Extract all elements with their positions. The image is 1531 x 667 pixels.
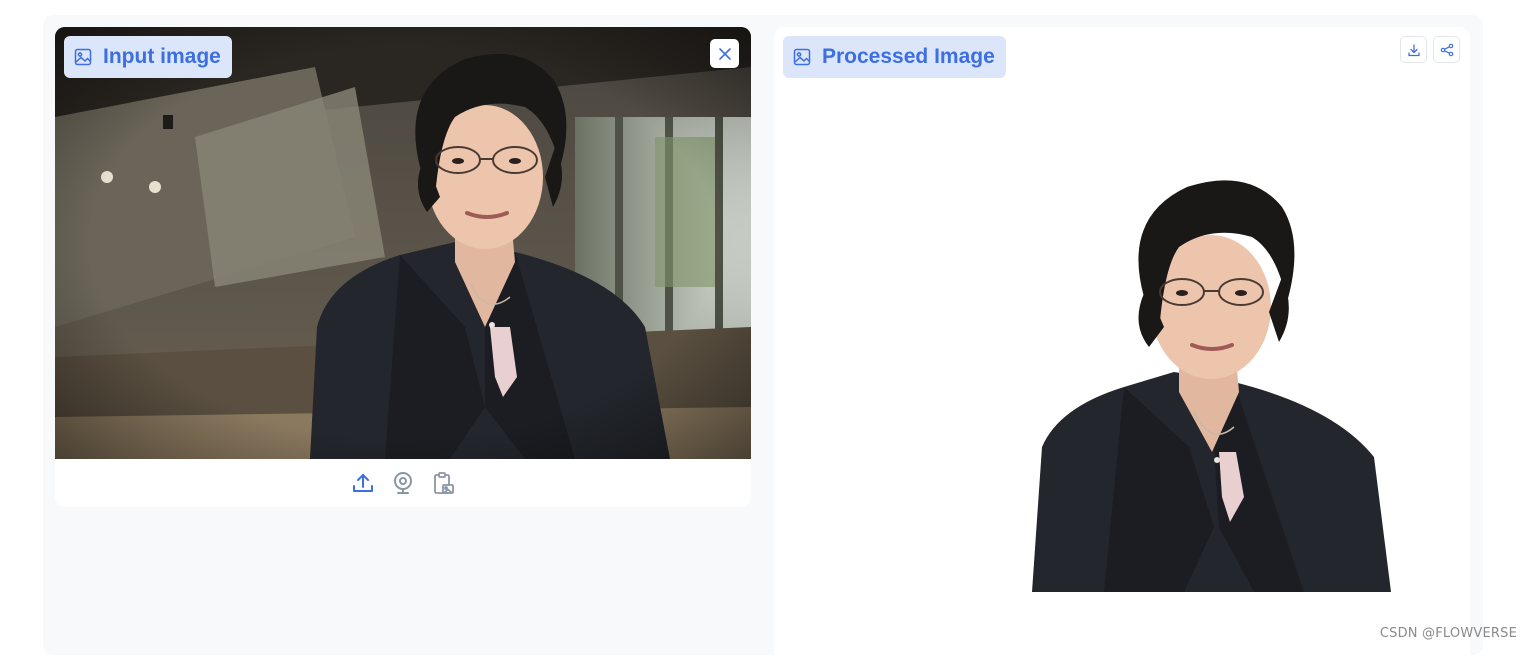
share-button[interactable] xyxy=(1433,36,1460,63)
webcam-button[interactable] xyxy=(391,471,415,495)
input-image-label-text: Input image xyxy=(103,45,221,68)
output-toolbar xyxy=(1400,36,1460,63)
clipboard-button[interactable] xyxy=(431,471,455,495)
close-icon xyxy=(718,47,732,61)
input-image-preview[interactable] xyxy=(55,27,751,459)
processed-photo xyxy=(1032,180,1391,592)
input-image-label: Input image xyxy=(64,36,232,78)
processed-image-label: Processed Image xyxy=(783,36,1006,78)
clipboard-icon xyxy=(434,472,454,494)
image-icon xyxy=(792,47,812,67)
processed-image-label-text: Processed Image xyxy=(822,45,995,68)
image-icon xyxy=(73,47,93,67)
upload-button[interactable] xyxy=(351,471,375,495)
processed-image-preview xyxy=(774,27,1470,667)
input-image-panel: Input image xyxy=(55,27,751,507)
image-source-bar xyxy=(55,459,751,507)
processed-image-panel: Processed Image xyxy=(774,27,1470,667)
upload-icon xyxy=(353,474,373,492)
download-icon xyxy=(1407,43,1420,56)
webcam-icon xyxy=(394,472,412,494)
share-icon xyxy=(1440,43,1453,56)
watermark: CSDN @FLOWVERSE xyxy=(1379,626,1517,641)
download-button[interactable] xyxy=(1400,36,1427,63)
input-photo xyxy=(55,27,751,459)
app-container: Input image Processed Image xyxy=(43,15,1483,667)
clear-image-button[interactable] xyxy=(710,39,739,68)
